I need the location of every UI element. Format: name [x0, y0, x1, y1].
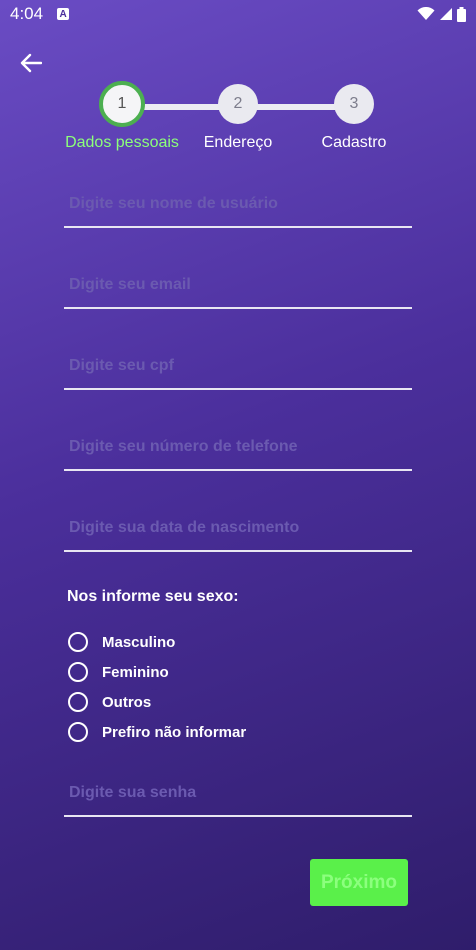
back-button[interactable] [18, 50, 44, 76]
radio-label: Masculino [102, 633, 176, 651]
battery-icon [457, 6, 466, 22]
gender-title: Nos informe seu sexo: [67, 588, 239, 605]
step-circle-3: 3 [334, 84, 374, 124]
status-bar: 4:04 A [0, 0, 476, 28]
email-field [64, 263, 412, 309]
radio-label: Outros [102, 693, 152, 711]
cpf-field [64, 344, 412, 390]
gender-option-masculino[interactable]: Masculino [68, 632, 175, 652]
gender-option-prefiro-nao-informar[interactable]: Prefiro não informar [68, 722, 246, 742]
step-endereco: 2 Endereço [198, 84, 278, 152]
step-label-2: Endereço [203, 134, 273, 151]
step-label-3: Cadastro [321, 134, 387, 151]
birthdate-input[interactable] [64, 519, 412, 537]
phone-input[interactable] [64, 438, 412, 456]
radio-button[interactable] [68, 662, 88, 682]
email-input[interactable] [64, 276, 412, 294]
step-circle-1: 1 [99, 81, 145, 127]
radio-label: Feminino [102, 663, 169, 681]
step-cadastro: 3 Cadastro [314, 84, 394, 152]
radio-button[interactable] [68, 722, 88, 742]
stepper: 1 Dados pessoais 2 Endereço 3 Cadastro [0, 81, 476, 164]
password-field [64, 771, 412, 817]
radio-button[interactable] [68, 692, 88, 712]
step-label-1: Dados pessoais [65, 134, 179, 151]
gender-option-outros[interactable]: Outros [68, 692, 151, 712]
radio-label: Prefiro não informar [102, 723, 247, 741]
birthdate-field [64, 506, 412, 552]
radio-button[interactable] [68, 632, 88, 652]
app-notification-icon: A [57, 8, 70, 20]
signal-icon [440, 8, 452, 20]
step-dados-pessoais: 1 Dados pessoais [64, 81, 180, 152]
next-button[interactable]: Próximo [310, 859, 408, 906]
username-field [64, 182, 412, 228]
status-time: 4:04 [10, 4, 44, 23]
step-circle-2: 2 [218, 84, 258, 124]
wifi-icon [417, 7, 435, 20]
phone-field [64, 425, 412, 471]
username-input[interactable] [64, 195, 412, 213]
password-input[interactable] [64, 784, 412, 802]
cpf-input[interactable] [64, 357, 412, 375]
gender-option-feminino[interactable]: Feminino [68, 662, 169, 682]
arrow-left-icon [20, 53, 42, 73]
